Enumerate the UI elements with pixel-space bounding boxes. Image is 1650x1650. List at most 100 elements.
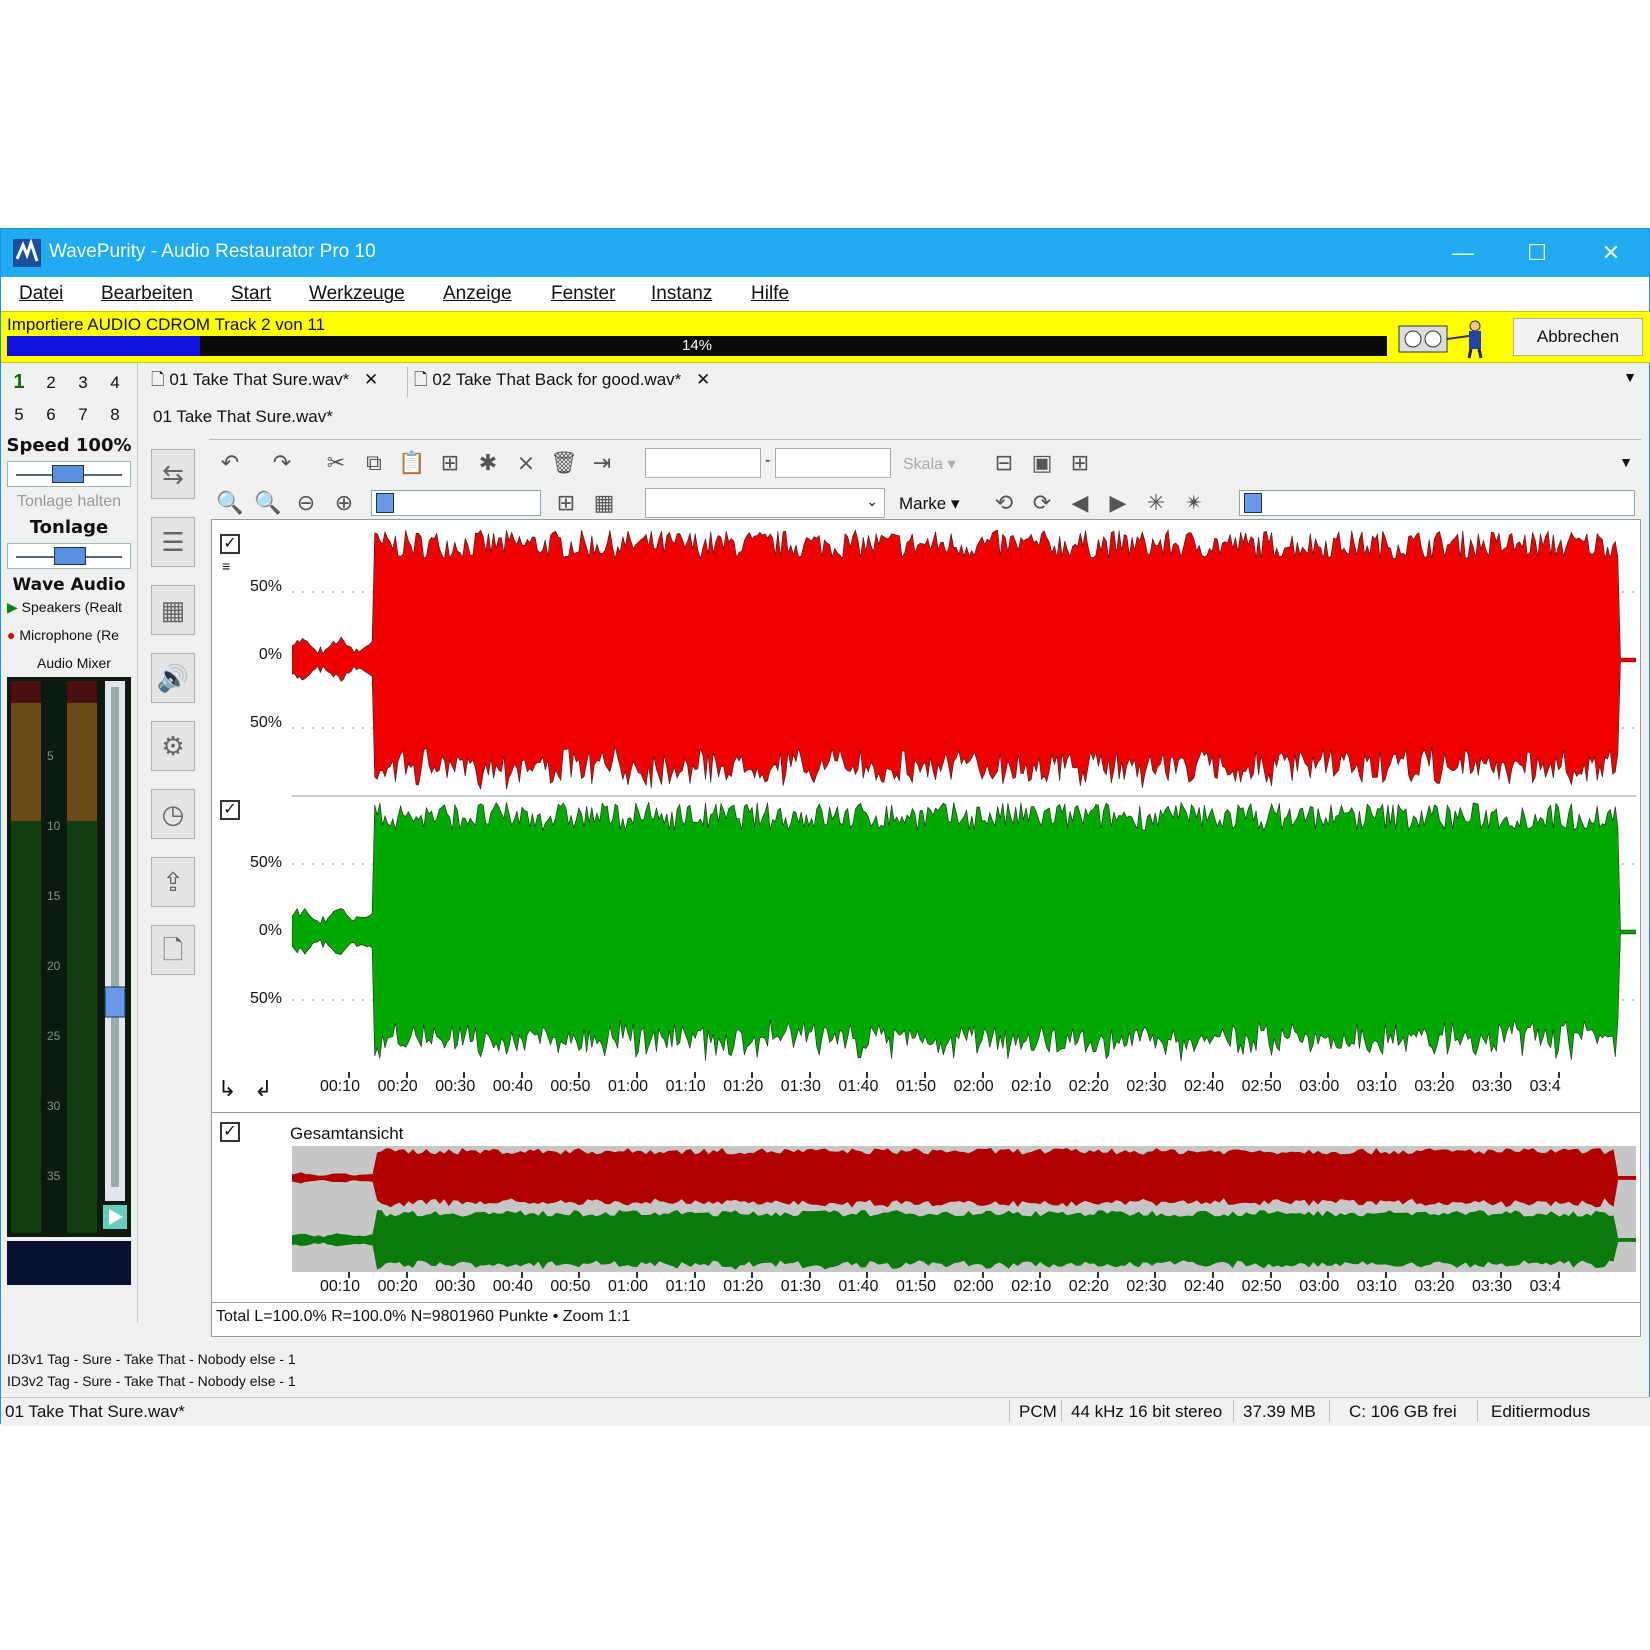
overview-display[interactable] [292, 1146, 1636, 1272]
view-full-icon[interactable]: ▣ [1027, 450, 1057, 476]
timeline-label: 01:00 [608, 1278, 649, 1295]
marker-right-icon[interactable]: ⟳ [1027, 490, 1057, 516]
marker-dropdown[interactable]: Marke ▾ [899, 494, 960, 514]
instance-2[interactable]: 2 [41, 373, 61, 393]
left-channel-checkbox[interactable]: ✓ [220, 534, 240, 554]
right-channel-checkbox[interactable]: ✓ [220, 800, 240, 820]
position-slider[interactable] [1239, 490, 1635, 516]
timeline-label: 02:40 [1184, 1078, 1225, 1095]
speed-slider[interactable] [7, 461, 131, 487]
zoom-fit-icon[interactable]: 🔍 [215, 490, 245, 516]
maximize-button[interactable]: ☐ [1515, 235, 1559, 271]
marker-left-icon[interactable]: ⟲ [989, 490, 1019, 516]
insert-icon[interactable]: ⇥ [587, 450, 617, 476]
right-channel-scale-mid: 0% [258, 922, 282, 939]
menu-instanz[interactable]: Instanz [651, 283, 712, 305]
selection-start-icon[interactable]: ↳ [218, 1076, 236, 1102]
spectrum-tool-icon[interactable]: ▦ [151, 585, 195, 635]
export-tool-icon[interactable]: ⇪ [151, 857, 195, 907]
instance-8[interactable]: 8 [105, 405, 125, 425]
microphone-device[interactable]: ● Microphone (Re [7, 627, 119, 643]
abort-button[interactable]: Abbrechen [1513, 318, 1643, 356]
zoom-selection-icon[interactable]: 🔍 [253, 490, 283, 516]
speaker-tool-icon[interactable]: 🔊 [151, 653, 195, 703]
timeline-label: 01:10 [665, 1078, 706, 1095]
zoom-out-icon[interactable]: ⊖ [291, 490, 321, 516]
toolbar-dropdown-icon[interactable]: ▼ [1619, 454, 1633, 470]
close-button[interactable]: ✕ [1589, 235, 1633, 271]
menu-start[interactable]: Start [231, 283, 271, 305]
hold-pitch-label[interactable]: Tonlage halten [5, 493, 133, 511]
playlist-icon[interactable]: ☰ [151, 517, 195, 567]
close-tab-icon[interactable]: ✕ [364, 370, 378, 389]
paste-icon[interactable]: 📋 [397, 450, 427, 476]
copy-icon[interactable]: ⧉ [359, 450, 389, 476]
new-file-icon[interactable]: 🗋 [151, 925, 195, 975]
effects-tool-icon[interactable]: ⚙ [151, 721, 195, 771]
timeline-label: 01:10 [665, 1278, 706, 1295]
divider [212, 1112, 1640, 1113]
menu-bearbeiten[interactable]: Bearbeiten [101, 283, 193, 305]
speakers-device[interactable]: ▶ Speakers (Realt [7, 599, 122, 616]
timeline-label: 01:30 [780, 1278, 821, 1295]
timeline-label: 02:30 [1126, 1078, 1167, 1095]
pitch-slider[interactable] [7, 543, 131, 569]
channel-menu-icon[interactable]: ≡ [222, 558, 230, 574]
overview-left-waveform [292, 1148, 1636, 1208]
view-split-icon[interactable]: ⊟ [989, 450, 1019, 476]
timeline-label: 01:30 [780, 1078, 821, 1095]
instance-1[interactable]: 1 [9, 371, 29, 394]
instance-5[interactable]: 5 [9, 405, 29, 425]
tab-02-take-that-back-for-good[interactable]: 🗋 02 Take That Back for good.wav* ✕ [407, 367, 710, 397]
selection-end-input[interactable] [775, 448, 891, 478]
instance-4[interactable]: 4 [105, 373, 125, 393]
status-format: PCM [1019, 1402, 1057, 1421]
selection-start-input[interactable] [645, 448, 761, 478]
rewind-icon[interactable]: ◀ [1065, 490, 1095, 516]
menu-anzeige[interactable]: Anzeige [443, 283, 512, 305]
scale-dropdown[interactable]: Skala ▾ [903, 454, 956, 474]
silence-icon[interactable]: ⨯ [511, 450, 541, 476]
pitch-label: Tonlage [29, 517, 109, 538]
minimize-button[interactable]: — [1441, 235, 1485, 271]
delete-icon[interactable]: 🗑 [549, 450, 579, 476]
meter-scale-label: 30 [47, 1099, 61, 1113]
zoom-slider[interactable] [371, 490, 541, 516]
view-grid-icon[interactable]: ⊞ [1065, 450, 1095, 476]
trim-icon[interactable]: ✱ [473, 450, 503, 476]
color-palette-icon[interactable]: ▦ [589, 490, 619, 516]
menu-datei[interactable]: Datei [19, 283, 63, 305]
close-tab-icon[interactable]: ✕ [696, 370, 710, 389]
marker-clear-icon[interactable]: ✴ [1179, 490, 1209, 516]
forward-icon[interactable]: ▶ [1103, 490, 1133, 516]
marker-select[interactable]: ⌄ [645, 488, 885, 518]
multitrack-icon[interactable]: ⇆ [151, 449, 195, 499]
right-channel-waveform [292, 801, 1636, 1062]
instance-6[interactable]: 6 [41, 405, 61, 425]
cut-icon[interactable]: ✂ [321, 450, 351, 476]
recording-tool-icon[interactable]: ◷ [151, 789, 195, 839]
instance-3[interactable]: 3 [73, 373, 93, 393]
waveform-display[interactable] [292, 524, 1636, 1068]
zoom-in-icon[interactable]: ⊕ [329, 490, 359, 516]
right-channel-scale-bottom: 50% [249, 990, 282, 1007]
menu-werkzeuge[interactable]: Werkzeuge [309, 283, 405, 305]
menu-fenster[interactable]: Fenster [551, 283, 615, 305]
audio-mixer-link[interactable]: Audio Mixer [37, 655, 111, 671]
timeline-label: 03:20 [1414, 1078, 1455, 1095]
marker-delete-icon[interactable]: ✳ [1141, 490, 1171, 516]
timeline-label: 00:50 [550, 1078, 591, 1095]
instance-7[interactable]: 7 [73, 405, 93, 425]
selection-end-icon[interactable]: ↲ [254, 1076, 272, 1102]
tabs-dropdown-icon[interactable]: ▼ [1623, 369, 1637, 385]
undo-icon[interactable]: ↶ [215, 450, 245, 476]
menu-hilfe[interactable]: Hilfe [751, 283, 789, 305]
summary-text: Total L=100.0% R=100.0% N=9801960 Punkte… [216, 1308, 631, 1325]
overview-checkbox[interactable]: ✓ [220, 1122, 240, 1142]
grid-icon[interactable]: ⊞ [551, 490, 581, 516]
tab-01-take-that-sure[interactable]: 🗋 01 Take That Sure.wav* ✕ [151, 367, 378, 397]
redo-icon[interactable]: ↷ [267, 450, 297, 476]
timeline-label: 03:00 [1299, 1078, 1340, 1095]
paste-mix-icon[interactable]: ⊞ [435, 450, 465, 476]
chevron-down-icon: ⌄ [866, 493, 878, 509]
